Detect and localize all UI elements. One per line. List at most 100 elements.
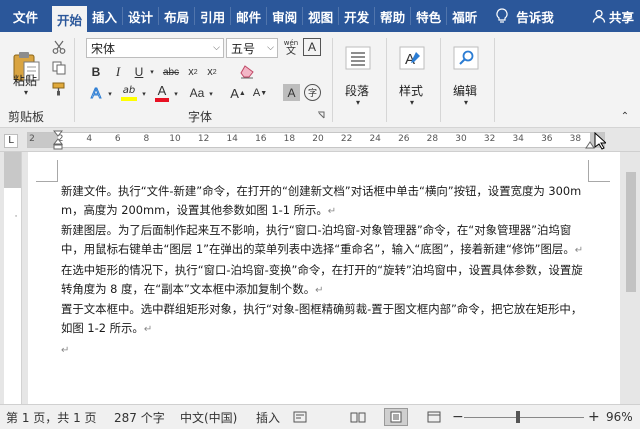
tab-design[interactable]: 设计 xyxy=(123,0,158,32)
tab-help[interactable]: 帮助 xyxy=(375,0,410,32)
tab-stop-selector[interactable]: L xyxy=(4,134,18,148)
tab-developer[interactable]: 开发 xyxy=(339,0,374,32)
cut-icon[interactable] xyxy=(50,38,68,56)
ruler-tick-label: 4 xyxy=(86,134,93,144)
bold-glyph: B xyxy=(91,65,101,79)
ruler-tick-label: 14 xyxy=(226,134,238,144)
group-divider xyxy=(386,38,387,122)
vertical-ruler: · xyxy=(4,152,22,404)
scrollbar-thumb[interactable] xyxy=(626,172,636,292)
group-divider xyxy=(74,38,75,122)
paragraph-dropdown-icon[interactable]: ▾ xyxy=(353,98,363,107)
grow-font-button[interactable]: A ▲ xyxy=(228,83,248,103)
editing-dropdown-icon[interactable]: ▾ xyxy=(461,98,471,107)
ruler-tick-label: 20 xyxy=(312,134,324,144)
italic-glyph: I xyxy=(115,64,121,79)
word-count[interactable]: 287 个字 xyxy=(114,409,165,426)
language-indicator[interactable]: 中文(中国) xyxy=(180,409,237,426)
mouse-cursor-icon xyxy=(593,131,607,151)
change-case-button[interactable]: Aa xyxy=(186,83,208,103)
tab-home[interactable]: 开始 xyxy=(52,4,88,32)
italic-button[interactable]: I xyxy=(108,63,128,81)
margin-corner-top-left xyxy=(36,160,58,182)
ribbon-tab-bar: 文件 开始 插入 设计 布局 引用 邮件 审阅 视图 开发 帮助 特色 福昕 告… xyxy=(0,0,640,32)
change-case-dropdown-icon[interactable]: ▾ xyxy=(207,87,215,101)
ruler-strip[interactable]: 2 2 4 6 8 10 12 14 16 18 20 22 24 26 28 30 32 34 36 38 xyxy=(27,132,605,148)
document-page[interactable]: 新建文件。执行“文件-新建”命令，在打开的“创建新文档”对话框中单击“横向”按钮… xyxy=(28,152,620,404)
zoom-level[interactable]: 96% xyxy=(606,410,633,424)
font-color-button[interactable]: A xyxy=(152,83,172,103)
lightbulb-icon[interactable] xyxy=(482,0,516,32)
strikethrough-button[interactable]: abc xyxy=(160,63,182,81)
zoom-out-button[interactable]: − xyxy=(452,409,464,425)
share-label: 共享 xyxy=(608,9,634,25)
text-effects-dropdown-icon[interactable]: ▾ xyxy=(106,87,114,101)
phonetic-guide-button[interactable]: wén 文 xyxy=(282,36,300,60)
tab-layout[interactable]: 布局 xyxy=(159,0,194,32)
document-paragraph: 新建文件。执行“文件-新建”命令，在打开的“创建新文档”对话框中单击“横向”按钮… xyxy=(61,182,586,221)
format-painter-icon[interactable] xyxy=(50,80,68,98)
left-indent-marker[interactable] xyxy=(52,130,64,150)
tab-insert[interactable]: 插入 xyxy=(87,0,122,32)
font-name-value: 宋体 xyxy=(91,41,116,56)
vertical-scrollbar[interactable] xyxy=(622,152,640,404)
underline-dropdown-icon[interactable]: ▾ xyxy=(148,65,156,79)
document-paragraph: 置于文本框中。选中群组矩形对象，执行“对象-图框精确剪裁-置于图文框内部”命令，… xyxy=(61,300,586,339)
tab-references[interactable]: 引用 xyxy=(195,0,230,32)
document-body[interactable]: 新建文件。执行“文件-新建”命令，在打开的“创建新文档”对话框中单击“横向”按钮… xyxy=(61,182,586,360)
highlight-button[interactable]: ab xyxy=(118,83,140,103)
insert-mode-indicator[interactable]: 插入 xyxy=(256,409,280,426)
group-divider xyxy=(494,38,495,122)
web-layout-icon[interactable] xyxy=(424,408,444,426)
underline-button[interactable]: U xyxy=(129,63,149,81)
tab-review[interactable]: 审阅 xyxy=(267,0,302,32)
paragraph-button[interactable] xyxy=(338,38,378,78)
ribbon-home: 粘贴 ▾ 剪贴板 宋体 ⌵ 五号 ⌵ wén 文 A B I U ▾ abc x… xyxy=(0,32,640,128)
zoom-slider[interactable] xyxy=(464,417,584,418)
text-effects-button[interactable]: A xyxy=(86,83,106,103)
document-paragraph: 在选中矩形的情况下，执行“窗口-泊坞窗-变换”命令，在打开的“旋转”泊坞窗中，设… xyxy=(61,261,586,300)
subscript-button[interactable]: x2 xyxy=(184,63,202,81)
tab-file[interactable]: 文件 xyxy=(0,0,52,32)
shrink-font-glyph: A xyxy=(252,87,261,99)
collapse-ribbon-icon[interactable]: ⌃ xyxy=(618,110,632,122)
margin-corner-top-right xyxy=(588,160,610,182)
bold-button[interactable]: B xyxy=(86,63,106,81)
tab-mailings[interactable]: 邮件 xyxy=(231,0,266,32)
font-dialog-launcher-icon[interactable] xyxy=(316,110,326,120)
styles-button[interactable]: A xyxy=(392,38,432,78)
paragraph-align-icon xyxy=(345,46,371,70)
tab-view[interactable]: 视图 xyxy=(303,0,338,32)
document-paragraph: 新建图层。为了后面制作起来互不影响，执行“窗口-泊坞窗-对象管理器”命令，在“对… xyxy=(61,221,586,260)
character-border-button[interactable]: A xyxy=(303,38,321,56)
ruler-tick-label: 28 xyxy=(426,134,439,144)
font-name-combo[interactable]: 宋体 ⌵ xyxy=(86,38,224,58)
macro-record-icon[interactable] xyxy=(292,408,308,426)
character-shading-button[interactable]: A xyxy=(283,84,300,101)
read-mode-icon[interactable] xyxy=(348,408,368,426)
enclose-characters-button[interactable]: 字 xyxy=(304,84,321,101)
font-color-dropdown-icon[interactable]: ▾ xyxy=(172,87,180,101)
clear-formatting-icon[interactable] xyxy=(237,62,257,82)
shrink-font-button[interactable]: A ▼ xyxy=(250,83,270,103)
zoom-in-button[interactable]: + xyxy=(588,409,600,425)
paragraph-mark: ↵ xyxy=(574,245,584,257)
ruler-tick-label: 26 xyxy=(398,134,410,144)
paste-dropdown-icon[interactable]: ▾ xyxy=(21,88,31,97)
text-effects-glyph: A xyxy=(90,84,101,102)
font-size-combo[interactable]: 五号 ⌵ xyxy=(226,38,278,58)
share-button[interactable]: 共享 xyxy=(592,0,640,32)
zoom-slider-thumb[interactable] xyxy=(516,411,520,423)
tell-me-search[interactable]: 告诉我 xyxy=(516,0,570,32)
ruler-tick-label: 10 xyxy=(169,134,181,144)
print-layout-icon[interactable] xyxy=(384,408,408,426)
styles-dropdown-icon[interactable]: ▾ xyxy=(407,98,417,107)
editing-button[interactable] xyxy=(446,38,486,78)
tab-special[interactable]: 特色 xyxy=(411,0,446,32)
tab-foxit[interactable]: 福昕 xyxy=(447,0,482,32)
copy-icon[interactable] xyxy=(50,59,68,77)
superscript-button[interactable]: x2 xyxy=(203,63,221,81)
paste-label: 粘贴 xyxy=(13,74,38,88)
page-count[interactable]: 第 1 页，共 1 页 xyxy=(6,409,97,426)
highlight-dropdown-icon[interactable]: ▾ xyxy=(140,87,148,101)
